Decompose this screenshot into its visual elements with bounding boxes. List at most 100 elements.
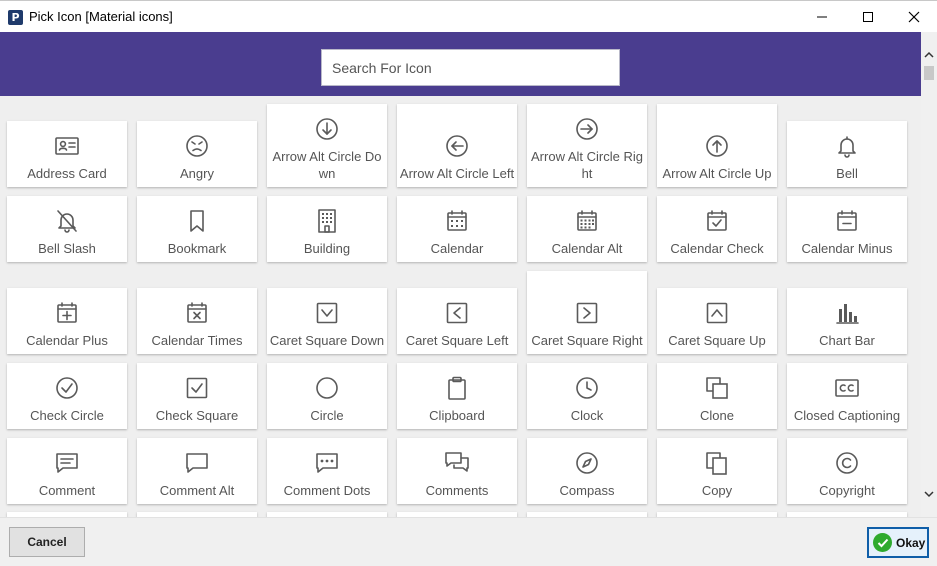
icon-tile-closed-captioning[interactable]: Closed Captioning: [787, 363, 907, 429]
icon-tile-arrow-alt-circle-down[interactable]: Arrow Alt Circle Down: [267, 104, 387, 187]
bookmark-icon: [190, 210, 204, 232]
icon-tile-comment-alt[interactable]: Comment Alt: [137, 438, 257, 504]
icon-tile-label: Calendar Minus: [801, 241, 893, 256]
icon-tile-label: Calendar Check: [670, 241, 764, 256]
minimize-icon: [817, 16, 827, 18]
icon-tile-label: Arrow Alt Circle Right: [531, 149, 643, 181]
comments-icon: [445, 452, 469, 472]
comment-dots-icon: [316, 453, 338, 473]
icon-tile-comment-dots[interactable]: Comment Dots: [267, 438, 387, 504]
okay-button[interactable]: Okay: [867, 527, 929, 558]
icon-tile-label: Caret Square Down: [269, 333, 385, 348]
arrow-circle-down-icon: [316, 118, 338, 140]
close-icon: [908, 11, 920, 23]
icon-tile-bookmark[interactable]: Bookmark: [137, 196, 257, 262]
chevron-down-icon: [924, 490, 934, 497]
address-card-icon: [55, 137, 79, 155]
calendar-minus-icon: [837, 210, 857, 231]
calendar-check-icon: [707, 210, 727, 231]
comment-icon: [56, 453, 78, 473]
icon-tile-bell-slash[interactable]: Bell Slash: [7, 196, 127, 262]
icon-tile-caret-square-left[interactable]: Caret Square Left: [397, 288, 517, 354]
vertical-scrollbar[interactable]: [921, 32, 937, 504]
icon-tile-calendar-check[interactable]: Calendar Check: [657, 196, 777, 262]
icon-tile-check-circle[interactable]: Check Circle: [7, 363, 127, 429]
close-button[interactable]: [891, 1, 937, 33]
icon-tile-label: Clone: [700, 408, 734, 423]
icon-tile-chart-bar[interactable]: Chart Bar: [787, 288, 907, 354]
icon-tile-circle[interactable]: Circle: [267, 363, 387, 429]
icon-tile-address-card[interactable]: Address Card: [7, 121, 127, 187]
icon-tile-arrow-alt-circle-left[interactable]: Arrow Alt Circle Left: [397, 104, 517, 187]
chart-bar-icon: [836, 304, 859, 324]
bell-slash-icon: [57, 210, 77, 233]
icon-tile-caret-square-up[interactable]: Caret Square Up: [657, 288, 777, 354]
scroll-thumb[interactable]: [924, 66, 934, 80]
icon-tile-label: Calendar Alt: [551, 241, 623, 256]
dialog-footer: Cancel Okay: [0, 517, 937, 566]
icon-tile-arrow-alt-circle-up[interactable]: Arrow Alt Circle Up: [657, 104, 777, 187]
icon-tile-label: Building: [303, 241, 351, 256]
calendar-times-icon: [187, 302, 207, 323]
icon-tile-calendar-alt[interactable]: Calendar Alt: [527, 196, 647, 262]
maximize-icon: [863, 12, 873, 22]
icon-tile-building[interactable]: Building: [267, 196, 387, 262]
icon-tile-label: Bell: [836, 166, 858, 181]
okay-label: Okay: [896, 535, 926, 550]
circle-icon: [316, 377, 338, 399]
icon-tile-label: Bookmark: [167, 241, 227, 256]
icon-grid: Address Card Angry Arrow Alt Circle Down Ar…: [0, 96, 921, 517]
window-title: Pick Icon [Material icons]: [29, 9, 173, 24]
calendar-alt-icon: [577, 210, 597, 231]
clipboard-icon: [448, 376, 466, 400]
pick-icon-dialog: P Pick Icon [Material icons] Address Car…: [0, 0, 937, 566]
icon-tile-clock[interactable]: Clock: [527, 363, 647, 429]
icon-tile-label: Bell Slash: [38, 241, 96, 256]
icon-tile-check-square[interactable]: Check Square: [137, 363, 257, 429]
calendar-plus-icon: [57, 302, 77, 323]
icon-tile-label: Clock: [570, 408, 604, 423]
icon-tile-label: Arrow Alt Circle Up: [662, 166, 772, 181]
app-logo-icon: P: [8, 10, 23, 25]
icon-tile-clipboard[interactable]: Clipboard: [397, 363, 517, 429]
icon-tile-calendar-plus[interactable]: Calendar Plus: [7, 288, 127, 354]
icon-tile-clone[interactable]: Clone: [657, 363, 777, 429]
minimize-button[interactable]: [799, 1, 845, 33]
icon-tile-bell[interactable]: Bell: [787, 121, 907, 187]
search-input[interactable]: [321, 49, 620, 86]
icon-tile-copyright[interactable]: Copyright: [787, 438, 907, 504]
icon-tile-label: Closed Captioning: [793, 408, 901, 423]
icon-tile-label: Copy: [701, 483, 733, 498]
scroll-down-button[interactable]: [921, 486, 937, 502]
caret-square-left-icon: [446, 302, 468, 324]
icon-tile-calendar-minus[interactable]: Calendar Minus: [787, 196, 907, 262]
calendar-icon: [447, 210, 467, 231]
icon-tile-label: Chart Bar: [819, 333, 875, 348]
icon-tile-calendar[interactable]: Calendar: [397, 196, 517, 262]
icon-tile-label: Address Card: [27, 166, 107, 181]
icon-tile-arrow-alt-circle-right[interactable]: Arrow Alt Circle Right: [527, 104, 647, 187]
search-header: [0, 32, 921, 96]
copyright-icon: [836, 452, 858, 474]
icon-tile-label: Check Circle: [30, 408, 104, 423]
comment-alt-icon: [186, 453, 208, 473]
arrow-circle-up-icon: [706, 135, 728, 157]
icon-tile-caret-square-right[interactable]: Caret Square Right: [527, 271, 647, 354]
icon-tile-caret-square-down[interactable]: Caret Square Down: [267, 288, 387, 354]
cancel-button[interactable]: Cancel: [9, 527, 85, 557]
icon-tile-label: Calendar Plus: [26, 333, 108, 348]
scroll-up-button[interactable]: [921, 46, 937, 62]
clock-icon: [576, 377, 598, 399]
building-icon: [318, 209, 336, 233]
maximize-button[interactable]: [845, 1, 891, 33]
copy-icon: [706, 452, 727, 475]
check-circle-icon: [56, 377, 78, 399]
icon-tile-angry[interactable]: Angry: [137, 121, 257, 187]
icon-tile-compass[interactable]: Compass: [527, 438, 647, 504]
icon-tile-label: Arrow Alt Circle Down: [272, 149, 382, 181]
icon-tile-comments[interactable]: Comments: [397, 438, 517, 504]
icon-tile-comment[interactable]: Comment: [7, 438, 127, 504]
icon-tile-calendar-times[interactable]: Calendar Times: [137, 288, 257, 354]
icon-tile-label: Arrow Alt Circle Left: [399, 166, 515, 181]
icon-tile-copy[interactable]: Copy: [657, 438, 777, 504]
